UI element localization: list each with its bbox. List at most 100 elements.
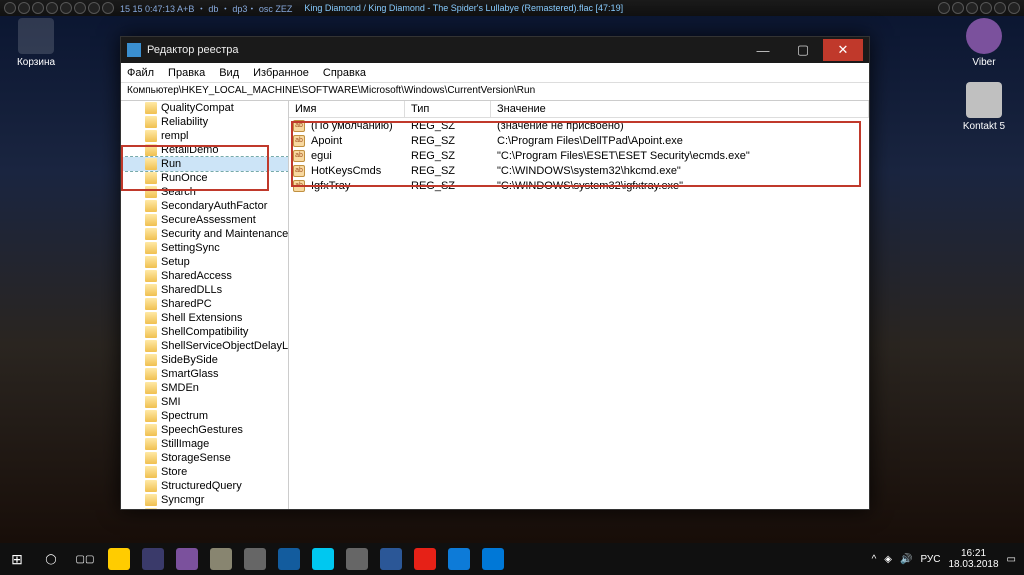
player-btn[interactable] — [938, 2, 950, 14]
list-row[interactable]: abIgfxTrayREG_SZ"C:\WINDOWS\system32\igf… — [289, 178, 869, 193]
folder-icon — [145, 214, 157, 226]
tree-item[interactable]: Syncmgr — [121, 493, 288, 507]
search-button[interactable]: ◯ — [34, 543, 68, 575]
tree-item[interactable]: SharedPC — [121, 297, 288, 311]
menu-item[interactable]: Вид — [219, 67, 239, 79]
tree-item[interactable]: SettingSync — [121, 241, 288, 255]
menu-item[interactable]: Избранное — [253, 67, 309, 79]
tree-item[interactable]: Shell Extensions — [121, 311, 288, 325]
taskbar-app[interactable] — [340, 543, 374, 575]
list-row[interactable]: abApointREG_SZC:\Program Files\DellTPad\… — [289, 133, 869, 148]
tree-item[interactable]: Store — [121, 465, 288, 479]
minimize-button[interactable]: — — [743, 39, 783, 61]
registry-values-list[interactable]: Имя Тип Значение ab(По умолчанию)REG_SZ(… — [289, 101, 869, 509]
tree-item[interactable]: SecureAssessment — [121, 213, 288, 227]
taskbar: ⊞ ◯ ▢▢ ^ ◈ 🔊 РУС 16:21 18.03.2018 ▭ — [0, 543, 1024, 575]
tree-item[interactable]: SecondaryAuthFactor — [121, 199, 288, 213]
taskbar-app[interactable] — [442, 543, 476, 575]
taskbar-app[interactable] — [408, 543, 442, 575]
player-btn[interactable] — [32, 2, 44, 14]
tree-item[interactable]: SpeechGestures — [121, 423, 288, 437]
tree-item[interactable]: StructuredQuery — [121, 479, 288, 493]
folder-icon — [145, 354, 157, 366]
player-btn[interactable] — [46, 2, 58, 14]
list-row[interactable]: abHotKeysCmdsREG_SZ"C:\WINDOWS\system32\… — [289, 163, 869, 178]
start-button[interactable]: ⊞ — [0, 543, 34, 575]
taskbar-app[interactable] — [374, 543, 408, 575]
player-btn[interactable] — [966, 2, 978, 14]
tray-language[interactable]: РУС — [920, 554, 940, 565]
tree-item-label: SharedPC — [161, 298, 212, 310]
col-type[interactable]: Тип — [405, 101, 491, 117]
tree-item[interactable]: Search — [121, 185, 288, 199]
col-name[interactable]: Имя — [289, 101, 405, 117]
taskbar-app[interactable] — [170, 543, 204, 575]
tree-item[interactable]: SysPrepTapi — [121, 507, 288, 509]
player-right-controls — [938, 2, 1020, 14]
tree-item[interactable]: Security and Maintenance — [121, 227, 288, 241]
tree-item[interactable]: SMI — [121, 395, 288, 409]
player-btn[interactable] — [74, 2, 86, 14]
desktop-icon-trash[interactable]: Корзина — [6, 18, 66, 68]
taskbar-app[interactable] — [272, 543, 306, 575]
tree-item[interactable]: Reliability — [121, 115, 288, 129]
menu-item[interactable]: Справка — [323, 67, 366, 79]
maximize-button[interactable]: ▢ — [783, 39, 823, 61]
col-value[interactable]: Значение — [491, 101, 869, 117]
tree-item[interactable]: RunOnce — [121, 171, 288, 185]
tree-item[interactable]: SmartGlass — [121, 367, 288, 381]
player-track-title: King Diamond / King Diamond - The Spider… — [298, 3, 938, 13]
player-btn[interactable] — [1008, 2, 1020, 14]
action-center-icon[interactable]: ▭ — [1007, 554, 1016, 565]
tree-item-label: SharedAccess — [161, 270, 232, 282]
taskbar-app[interactable] — [136, 543, 170, 575]
address-bar[interactable]: Компьютер\HKEY_LOCAL_MACHINE\SOFTWARE\Mi… — [121, 83, 869, 101]
desktop-icon-kontakt[interactable]: Kontakt 5 — [954, 82, 1014, 132]
player-btn[interactable] — [60, 2, 72, 14]
player-btn[interactable] — [18, 2, 30, 14]
taskbar-app[interactable] — [204, 543, 238, 575]
system-tray[interactable]: ^ ◈ 🔊 РУС 16:21 18.03.2018 ▭ — [864, 548, 1024, 570]
tray-chevron-icon[interactable]: ^ — [872, 554, 877, 565]
taskbar-app[interactable] — [306, 543, 340, 575]
list-row[interactable]: ab(По умолчанию)REG_SZ(значение не присв… — [289, 118, 869, 133]
tree-item[interactable]: Setup — [121, 255, 288, 269]
player-btn[interactable] — [88, 2, 100, 14]
tree-item[interactable]: Run — [121, 157, 288, 171]
player-btn[interactable] — [102, 2, 114, 14]
menu-item[interactable]: Файл — [127, 67, 154, 79]
tree-item[interactable]: ShellServiceObjectDelayLoad — [121, 339, 288, 353]
taskbar-app[interactable] — [102, 543, 136, 575]
tree-item[interactable]: SideBySide — [121, 353, 288, 367]
menu-item[interactable]: Правка — [168, 67, 205, 79]
menubar: Файл Правка Вид Избранное Справка — [121, 63, 869, 83]
tree-item[interactable]: Spectrum — [121, 409, 288, 423]
taskbar-app[interactable] — [476, 543, 510, 575]
taskbar-app[interactable] — [238, 543, 272, 575]
tree-item[interactable]: RetailDemo — [121, 143, 288, 157]
registry-tree[interactable]: QualityCompatReliabilityremplRetailDemoR… — [121, 101, 289, 509]
tree-item[interactable]: SharedAccess — [121, 269, 288, 283]
tray-network-icon[interactable]: ◈ — [884, 554, 892, 565]
desktop-icon-label: Корзина — [6, 57, 66, 68]
tree-item[interactable]: ShellCompatibility — [121, 325, 288, 339]
tree-item[interactable]: SharedDLLs — [121, 283, 288, 297]
close-button[interactable]: ✕ — [823, 39, 863, 61]
tree-item[interactable]: StorageSense — [121, 451, 288, 465]
tree-item[interactable]: QualityCompat — [121, 101, 288, 115]
player-btn[interactable] — [994, 2, 1006, 14]
player-btn[interactable] — [4, 2, 16, 14]
player-btn[interactable] — [952, 2, 964, 14]
tree-item[interactable]: StillImage — [121, 437, 288, 451]
task-view-button[interactable]: ▢▢ — [68, 543, 102, 575]
titlebar[interactable]: Редактор реестра — ▢ ✕ — [121, 37, 869, 63]
tray-volume-icon[interactable]: 🔊 — [900, 554, 912, 565]
desktop-icon-viber[interactable]: Viber — [954, 18, 1014, 68]
regedit-window: Редактор реестра — ▢ ✕ Файл Правка Вид И… — [120, 36, 870, 510]
tree-item[interactable]: SMDEn — [121, 381, 288, 395]
list-row[interactable]: abeguiREG_SZ"C:\Program Files\ESET\ESET … — [289, 148, 869, 163]
cell-type: REG_SZ — [405, 120, 491, 132]
player-btn[interactable] — [980, 2, 992, 14]
tree-item[interactable]: rempl — [121, 129, 288, 143]
taskbar-clock[interactable]: 16:21 18.03.2018 — [948, 548, 998, 570]
